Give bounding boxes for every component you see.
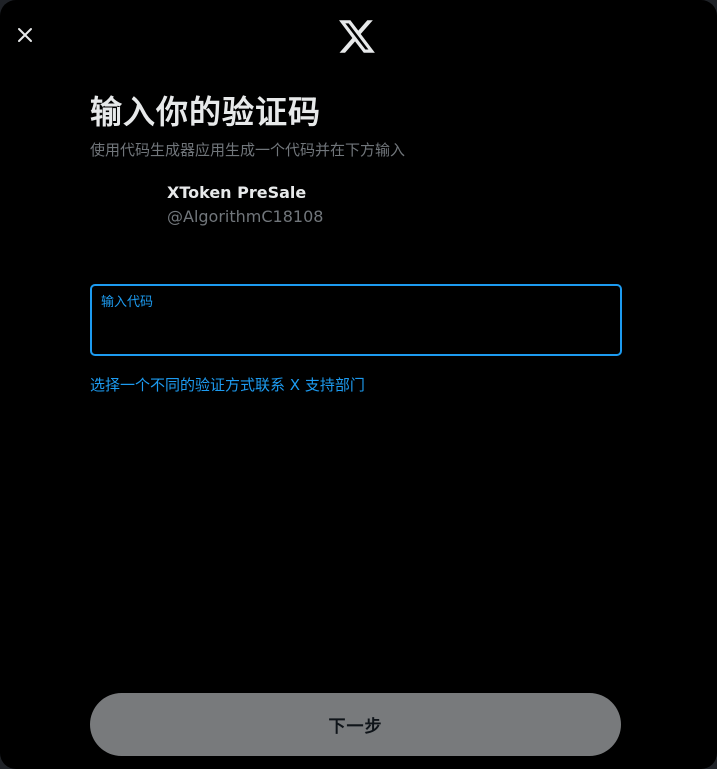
close-icon [18, 28, 32, 42]
page-title: 输入你的验证码 [90, 93, 322, 131]
account-name: XToken PreSale [167, 183, 307, 202]
verification-dialog: 输入你的验证码 使用代码生成器应用生成一个代码并在下方输入 XToken Pre… [0, 0, 717, 769]
page-subtitle: 使用代码生成器应用生成一个代码并在下方输入 [90, 141, 406, 159]
dialog-content: 输入你的验证码 使用代码生成器应用生成一个代码并在下方输入 XToken Pre… [90, 88, 622, 226]
account-info: XToken PreSale @AlgorithmC18108 [167, 183, 323, 227]
account-handle: @AlgorithmC18108 [167, 207, 324, 226]
close-button[interactable] [8, 18, 42, 52]
x-logo-icon [339, 20, 375, 53]
choose-different-method-link[interactable]: 选择一个不同的验证方式 [90, 376, 255, 394]
contact-support-link[interactable]: 联系 X 支持部门 [255, 376, 365, 394]
code-field-label: 输入代码 [101, 295, 154, 310]
help-links: 选择一个不同的验证方式联系 X 支持部门 [90, 374, 365, 396]
code-input[interactable] [101, 316, 606, 344]
next-button[interactable]: 下一步 [90, 693, 621, 756]
verification-code-field[interactable]: 输入代码 [90, 284, 622, 356]
